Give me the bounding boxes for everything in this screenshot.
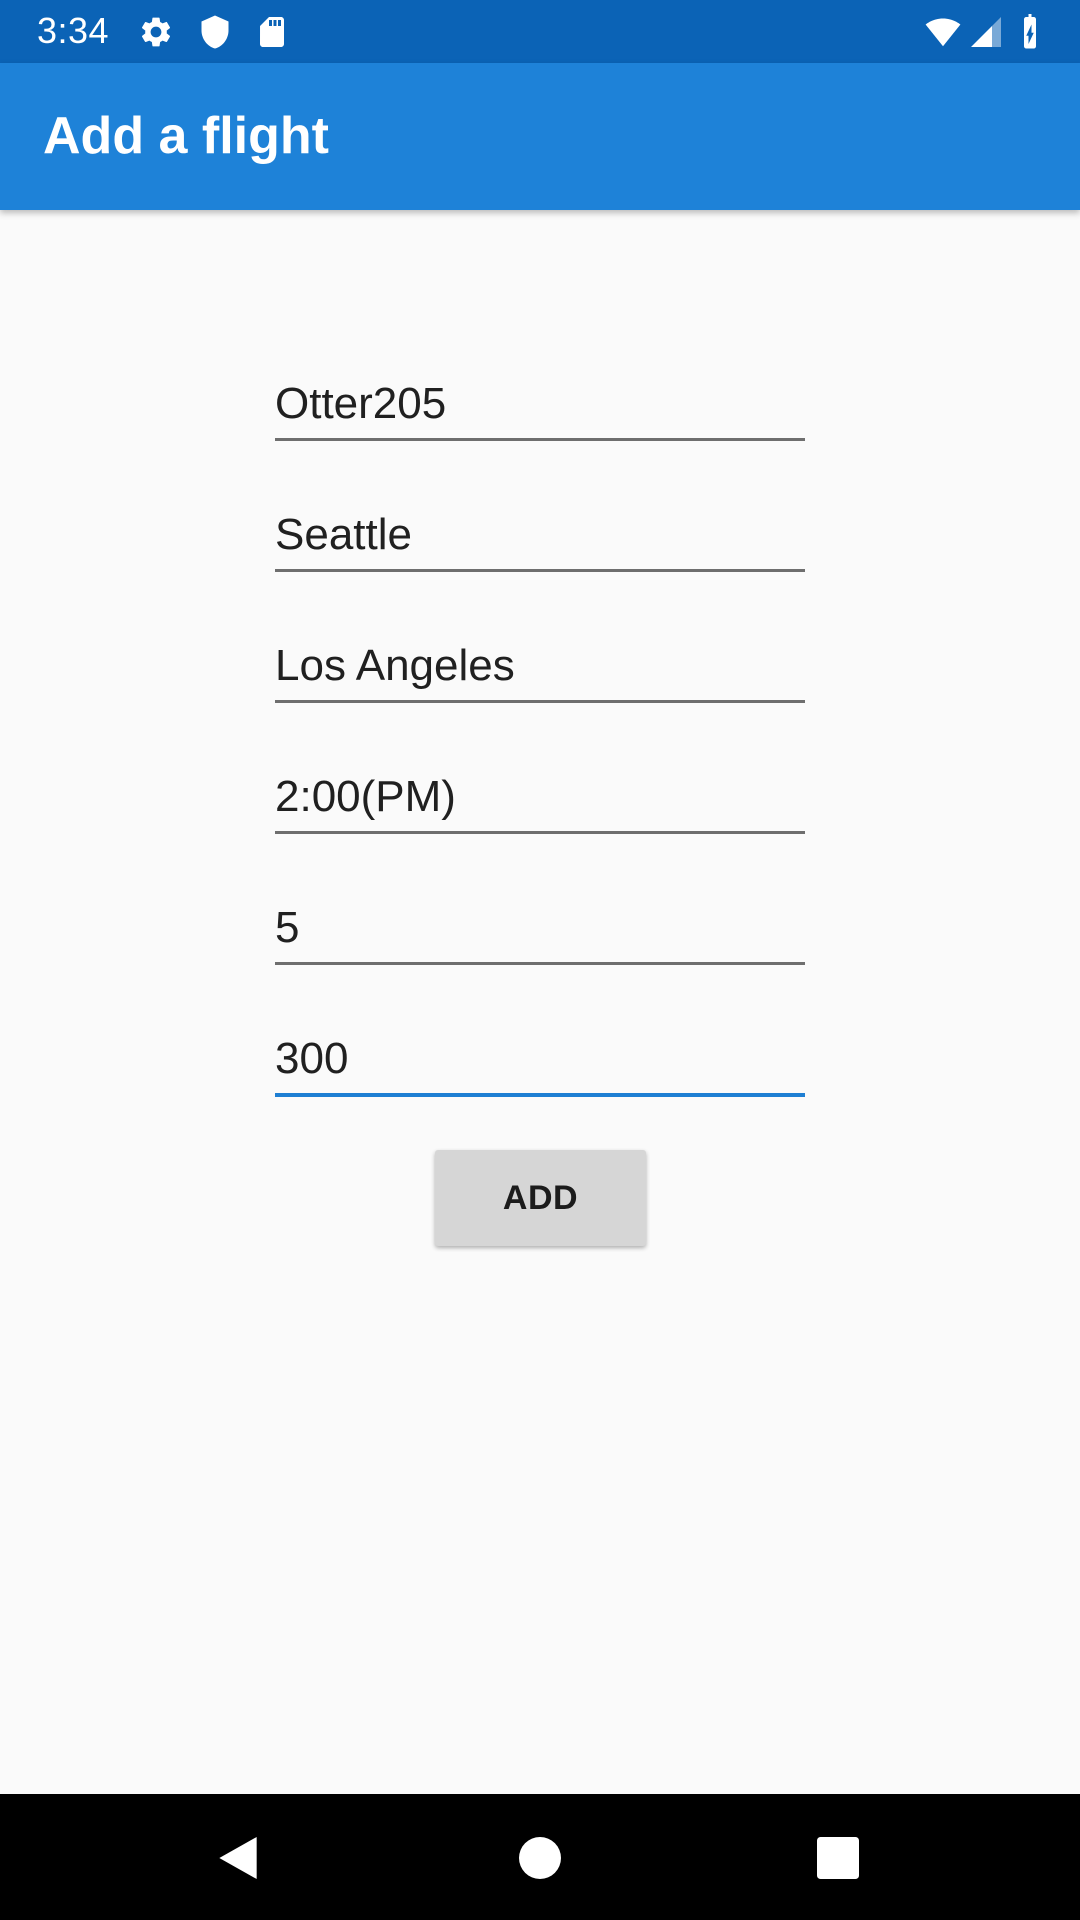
origin-field[interactable]: Seattle [275,499,805,572]
departure-time-value: 2:00(PM) [275,772,456,821]
flight-name-field[interactable]: Otter205 [275,368,805,441]
sd-card-icon [260,17,284,47]
wifi-icon [925,18,961,47]
destination-value: Los Angeles [275,641,515,690]
duration-value: 5 [275,903,300,952]
price-field[interactable]: 300 [275,1023,805,1097]
status-bar: 3:34 [0,0,1080,63]
departure-time-field[interactable]: 2:00(PM) [275,761,805,834]
back-icon[interactable] [210,1830,266,1886]
flight-name-value: Otter205 [275,379,447,428]
gear-icon [141,17,171,47]
shield-icon [201,15,229,49]
home-icon[interactable] [512,1830,568,1886]
add-button[interactable]: ADD [435,1150,646,1246]
status-time: 3:34 [37,10,110,51]
origin-value: Seattle [275,510,412,559]
cell-signal-icon [971,17,1001,47]
app-bar: Add a flight [0,63,1080,210]
destination-field[interactable]: Los Angeles [275,630,805,703]
price-value: 300 [275,1034,349,1083]
page-title: Add a flight [43,107,329,165]
battery-charging-icon [1024,14,1036,49]
duration-field[interactable]: 5 [275,892,805,965]
recents-icon[interactable] [810,1830,866,1886]
navigation-bar [0,1794,1080,1920]
